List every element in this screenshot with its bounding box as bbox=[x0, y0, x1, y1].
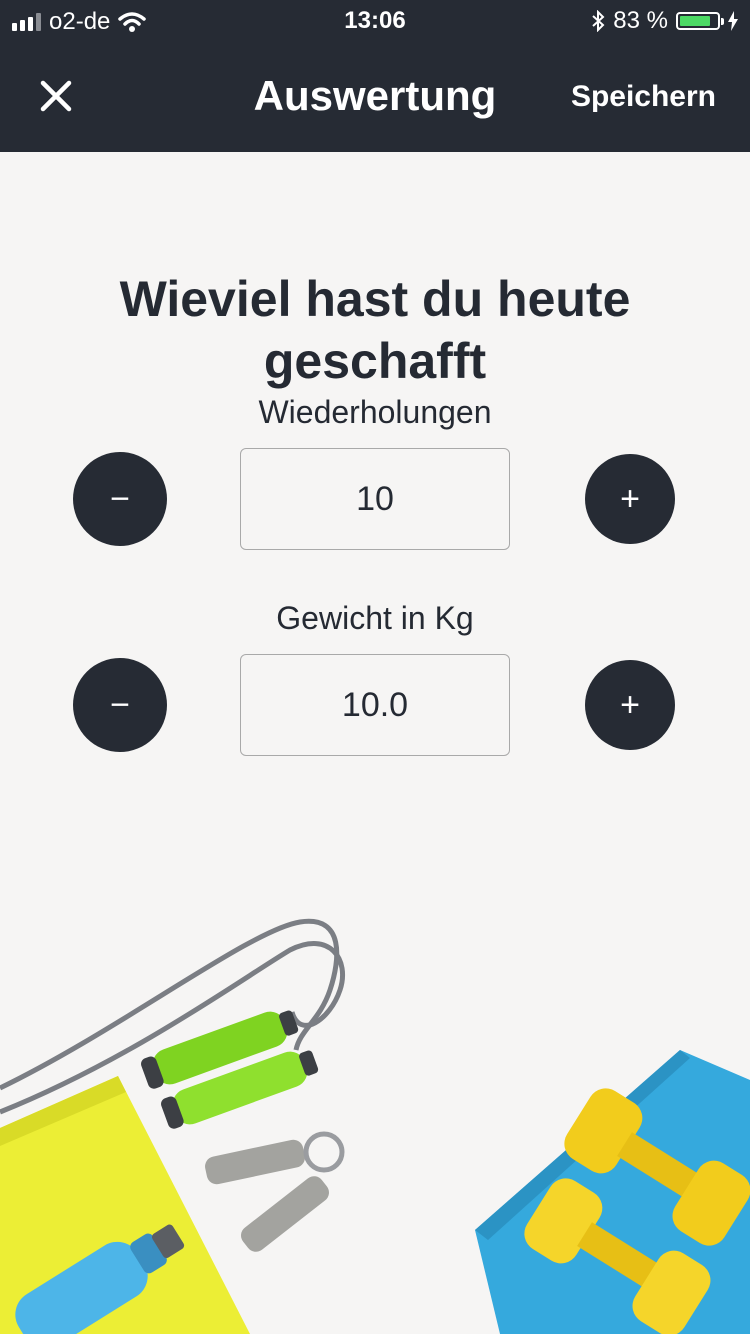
minus-icon: − bbox=[110, 685, 130, 724]
weight-increment-button[interactable]: + bbox=[585, 660, 675, 750]
plus-icon: + bbox=[620, 479, 640, 518]
repetitions-input[interactable]: 10 bbox=[240, 448, 510, 550]
save-button[interactable]: Speichern bbox=[571, 80, 716, 114]
status-bar: o2-de 13:06 83 % bbox=[0, 0, 750, 42]
navigation-bar: Auswertung Speichern bbox=[0, 42, 750, 152]
repetitions-increment-button[interactable]: + bbox=[585, 454, 675, 544]
hand-grip bbox=[205, 1131, 345, 1252]
plus-icon: + bbox=[620, 685, 640, 724]
weight-value: 10.0 bbox=[341, 685, 409, 724]
bluetooth-icon bbox=[592, 10, 605, 32]
battery-percent: 83 % bbox=[613, 7, 668, 34]
headline: Wieviel hast du heute geschafft bbox=[119, 271, 631, 389]
battery-icon bbox=[676, 12, 724, 30]
weight-input[interactable]: 10.0 bbox=[240, 654, 510, 756]
fitness-equipment-illustration bbox=[0, 918, 750, 1334]
weight-decrement-button[interactable]: − bbox=[73, 658, 167, 752]
repetitions-decrement-button[interactable]: − bbox=[73, 452, 167, 546]
repetitions-label: Wiederholungen bbox=[258, 394, 492, 430]
battery-fill bbox=[680, 16, 710, 26]
repetitions-value: 10 bbox=[356, 479, 394, 518]
charging-icon bbox=[728, 11, 738, 31]
weight-label: Gewicht in Kg bbox=[276, 600, 474, 636]
minus-icon: − bbox=[110, 479, 130, 518]
jump-rope bbox=[0, 918, 346, 1129]
status-right: 83 % bbox=[591, 7, 738, 35]
